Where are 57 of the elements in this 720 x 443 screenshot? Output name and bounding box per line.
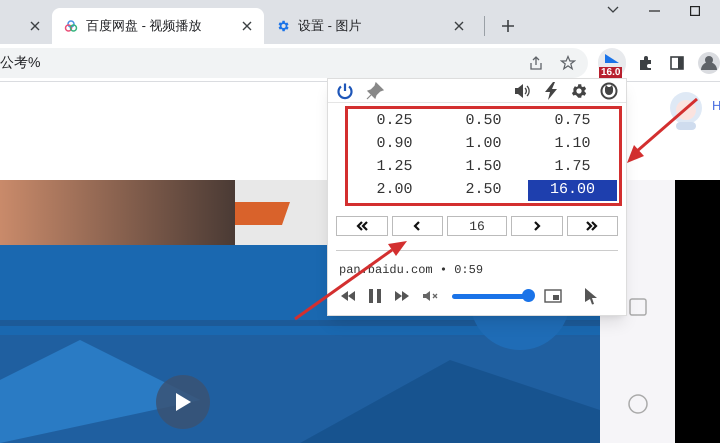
speed-badge: 16.0	[599, 66, 622, 78]
settings-icon	[276, 19, 290, 33]
previous-button[interactable]	[392, 216, 443, 236]
puzzle-icon[interactable]	[638, 54, 654, 70]
speed-option[interactable]: 0.75	[528, 111, 617, 132]
forward-double-button[interactable]	[566, 216, 618, 236]
flag-icon	[604, 52, 620, 64]
speed-option[interactable]: 1.50	[439, 157, 528, 178]
speed-field[interactable]: 16	[447, 216, 507, 236]
forward-double-icon	[585, 221, 600, 231]
lightning-icon[interactable]	[544, 82, 558, 100]
cat-logo-icon[interactable]	[600, 82, 618, 100]
fast-forward-icon[interactable]	[394, 290, 410, 302]
next-button[interactable]	[511, 216, 562, 236]
extension-button[interactable]: 16.0	[598, 48, 626, 78]
side-panel-icon[interactable]	[670, 56, 684, 70]
volume-slider[interactable]	[452, 289, 532, 303]
gear-icon[interactable]	[570, 82, 588, 100]
rewind-double-button[interactable]	[336, 216, 388, 236]
browser-tab[interactable]: 设置 - 图片	[264, 8, 476, 44]
cursor-icon[interactable]	[584, 287, 598, 305]
profile-icon[interactable]	[698, 52, 720, 74]
tab-title: 百度网盘 - 视频播放	[86, 17, 203, 36]
browser-tab[interactable]: 百度网盘 - 视频播放	[52, 8, 264, 44]
pin-icon[interactable]	[366, 82, 384, 100]
speed-option[interactable]: 1.75	[528, 157, 617, 178]
mute-icon[interactable]	[422, 290, 440, 302]
power-icon[interactable]	[336, 82, 354, 100]
speed-option[interactable]: 0.90	[350, 134, 439, 155]
close-icon[interactable]	[30, 21, 40, 31]
chevron-down-icon[interactable]	[607, 6, 619, 14]
speed-option[interactable]: 2.00	[350, 180, 439, 201]
address-text: 公考%	[0, 53, 40, 72]
avatar-icon	[668, 90, 704, 130]
speed-option[interactable]: 16.00	[528, 180, 617, 201]
maximize-icon[interactable]	[690, 6, 700, 16]
speed-option[interactable]: 1.00	[439, 134, 528, 155]
address-bar[interactable]: 公考%	[0, 48, 588, 78]
speed-option[interactable]: 1.10	[528, 134, 617, 155]
star-icon[interactable]	[560, 54, 576, 70]
speed-option[interactable]: 0.50	[439, 111, 528, 132]
pause-icon[interactable]	[368, 288, 382, 304]
rewind-icon[interactable]	[340, 290, 356, 302]
share-icon[interactable]	[528, 54, 544, 70]
close-icon[interactable]	[242, 21, 252, 31]
cloud-logo-icon	[64, 19, 78, 33]
rewind-double-icon	[354, 221, 369, 231]
speed-option[interactable]: 0.25	[350, 111, 439, 132]
close-icon[interactable]	[454, 21, 464, 31]
picture-in-picture-icon[interactable]	[544, 289, 562, 303]
speed-option[interactable]: 2.50	[439, 180, 528, 201]
speaker-icon[interactable]	[514, 82, 532, 98]
tab-title: 设置 - 图片	[298, 17, 363, 36]
new-tab-icon[interactable]	[501, 19, 515, 33]
user-name: H	[712, 97, 720, 115]
speed-option[interactable]: 1.25	[350, 157, 439, 178]
play-icon	[174, 392, 192, 412]
